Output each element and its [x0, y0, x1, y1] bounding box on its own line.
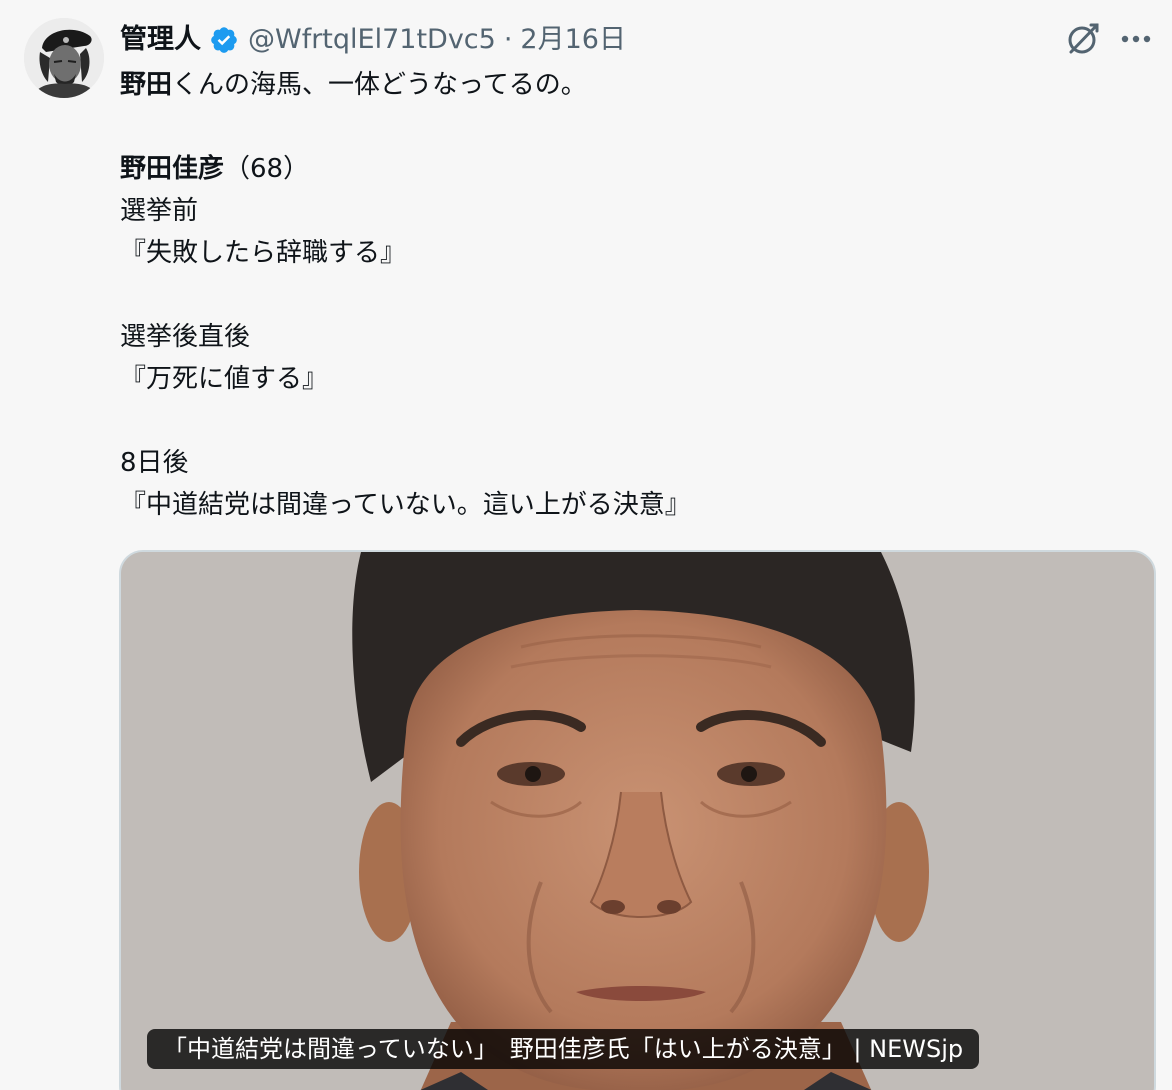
display-name[interactable]: 管理人	[120, 20, 201, 60]
avatar[interactable]	[24, 18, 104, 98]
mention-noda: 野田	[120, 70, 173, 100]
news-photo	[121, 552, 1154, 1090]
text-line-name: 野田佳彦（68）	[120, 148, 1150, 190]
avatar-portrait	[24, 18, 104, 98]
grok-icon	[1068, 23, 1099, 54]
user-handle[interactable]: @WfrtqlEl71tDvc5	[248, 20, 496, 60]
media-caption: 「中道結党は間違っていない」 野田佳彦氏「はい上がる決意」 | NEWSjp	[147, 1029, 980, 1069]
text-line-before-election: 選挙前	[120, 196, 199, 226]
name-bold: 野田佳彦	[120, 154, 225, 184]
age-text: （68）	[224, 154, 310, 184]
tweet-text: 野田くんの海馬、一体どうなってるの。 野田佳彦（68） 選挙前 『失敗したら辞職…	[120, 64, 1150, 526]
verified-badge-icon	[209, 25, 239, 55]
separator-dot: ·	[503, 24, 513, 55]
grok-button[interactable]	[1064, 20, 1102, 58]
media-card[interactable]: 「中道結党は間違っていない」 野田佳彦氏「はい上がる決意」 | NEWSjp	[119, 550, 1156, 1090]
text-line-1: 野田くんの海馬、一体どうなってるの。	[120, 64, 1150, 106]
text-line-quote-3: 『中道結党は間違っていない。這い上がる決意』	[120, 490, 691, 520]
more-icon	[1121, 35, 1151, 43]
text-line-8-days: 8日後	[120, 448, 189, 478]
text-line-1-rest: くんの海馬、一体どうなってるの。	[172, 70, 587, 100]
tweet-header: 管理人 @WfrtqlEl71tDvc5 · 2月16日	[120, 20, 626, 60]
more-button[interactable]	[1116, 20, 1156, 58]
text-line-quote-1: 『失敗したら辞職する』	[120, 238, 407, 268]
text-line-quote-2: 『万死に値する』	[120, 364, 329, 394]
text-line-after-election: 選挙後直後	[120, 322, 251, 352]
tweet-date[interactable]: 2月16日	[520, 20, 626, 60]
tweet: 管理人 @WfrtqlEl71tDvc5 · 2月16日 野田くんの海馬、一体ど…	[0, 0, 1172, 1090]
